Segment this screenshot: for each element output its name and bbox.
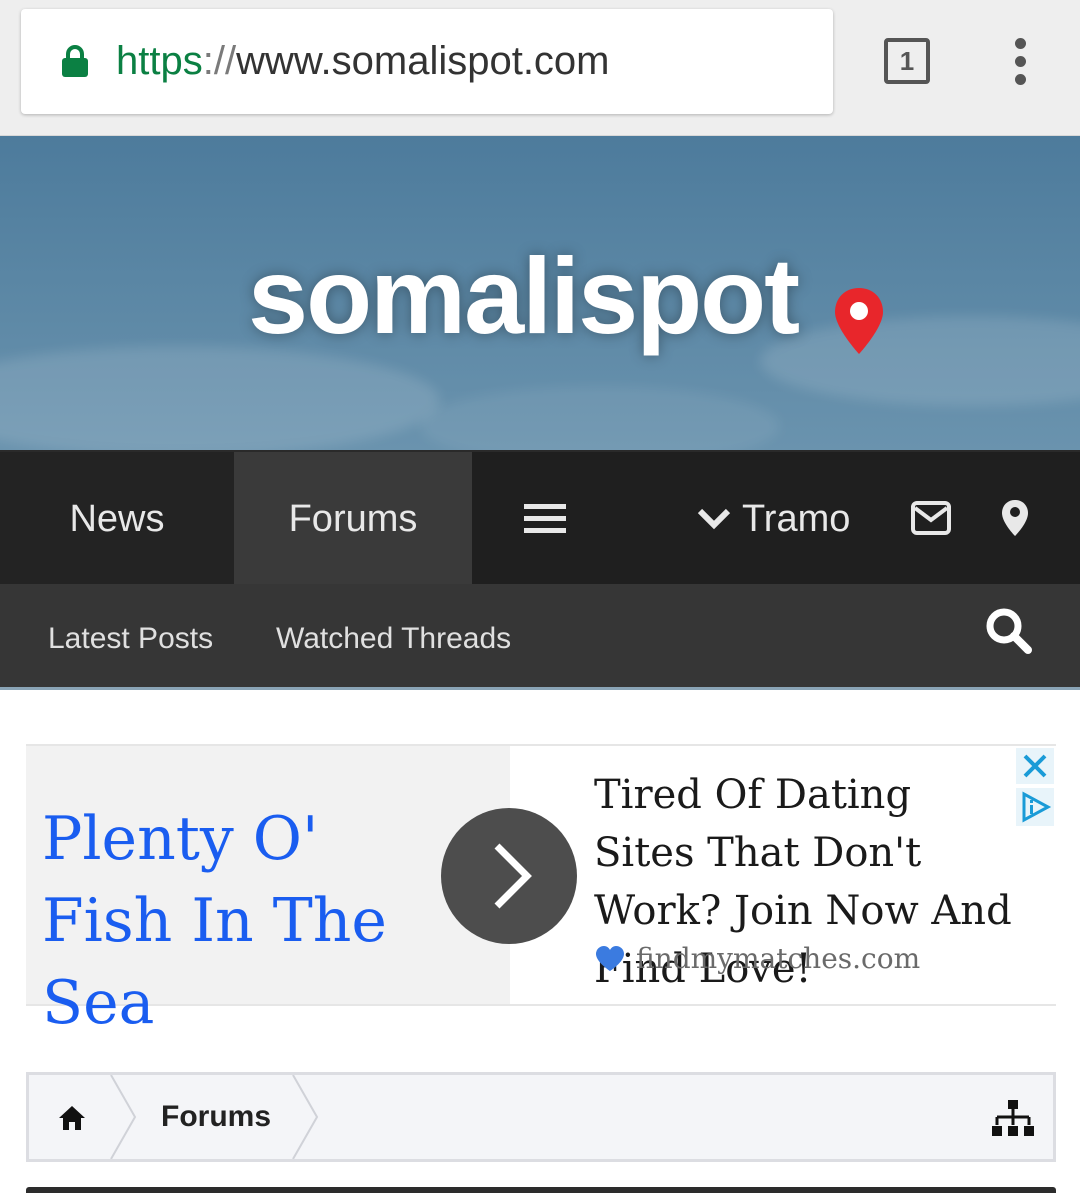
site-logo[interactable]: somalispot xyxy=(248,236,800,356)
username-label: Tramo xyxy=(742,498,851,540)
ad-source[interactable]: findmymatches.com xyxy=(594,942,920,982)
hamburger-icon[interactable] xyxy=(472,452,618,586)
search-icon[interactable] xyxy=(984,606,1032,654)
map-pin-icon xyxy=(835,288,883,354)
content-block-edge xyxy=(26,1187,1056,1193)
subnav-latest-posts[interactable]: Latest Posts xyxy=(48,584,213,690)
ad-headline[interactable]: Plenty O' Fish In The Sea xyxy=(42,798,422,1044)
sitemap-icon[interactable] xyxy=(991,1099,1035,1139)
advertisement[interactable]: Plenty O' Fish In The Sea Tired Of Datin… xyxy=(26,744,1056,1038)
tab-switcher-button[interactable]: 1 xyxy=(884,38,930,84)
browser-toolbar: https://www.somalispot.com 1 xyxy=(0,0,1080,136)
ad-domain: findmymatches.com xyxy=(636,942,921,975)
nav-tab-news[interactable]: News xyxy=(0,452,234,586)
breadcrumb: Forums xyxy=(26,1072,1056,1162)
close-icon[interactable] xyxy=(1016,748,1054,784)
map-marker-icon[interactable] xyxy=(1000,498,1030,538)
nav-tab-forums[interactable]: Forums xyxy=(234,452,472,586)
address-bar[interactable]: https://www.somalispot.com xyxy=(21,9,833,114)
url-host: www.somalispot.com xyxy=(236,39,610,83)
user-menu[interactable]: Tramo xyxy=(696,452,850,586)
sub-navigation: Latest Posts Watched Threads xyxy=(0,584,1080,690)
breadcrumb-forums[interactable]: Forums xyxy=(161,1075,271,1159)
url-separator: :// xyxy=(202,39,237,83)
lock-icon xyxy=(62,45,88,77)
adchoices-icon[interactable] xyxy=(1016,788,1054,826)
breadcrumb-separator xyxy=(110,1075,137,1159)
url-scheme: https xyxy=(116,39,203,83)
subnav-watched-threads[interactable]: Watched Threads xyxy=(276,584,511,690)
chevron-right-icon[interactable] xyxy=(441,808,577,944)
site-banner[interactable]: somalispot xyxy=(0,136,1080,450)
envelope-icon[interactable] xyxy=(910,498,952,538)
chevron-down-icon xyxy=(697,508,731,530)
home-icon[interactable] xyxy=(57,1103,87,1133)
ad-left-panel[interactable]: Plenty O' Fish In The Sea xyxy=(26,746,510,1038)
heart-icon xyxy=(596,945,624,971)
url-text: https://www.somalispot.com xyxy=(116,37,610,85)
breadcrumb-separator xyxy=(292,1075,319,1159)
overflow-menu-icon[interactable] xyxy=(1010,38,1030,88)
